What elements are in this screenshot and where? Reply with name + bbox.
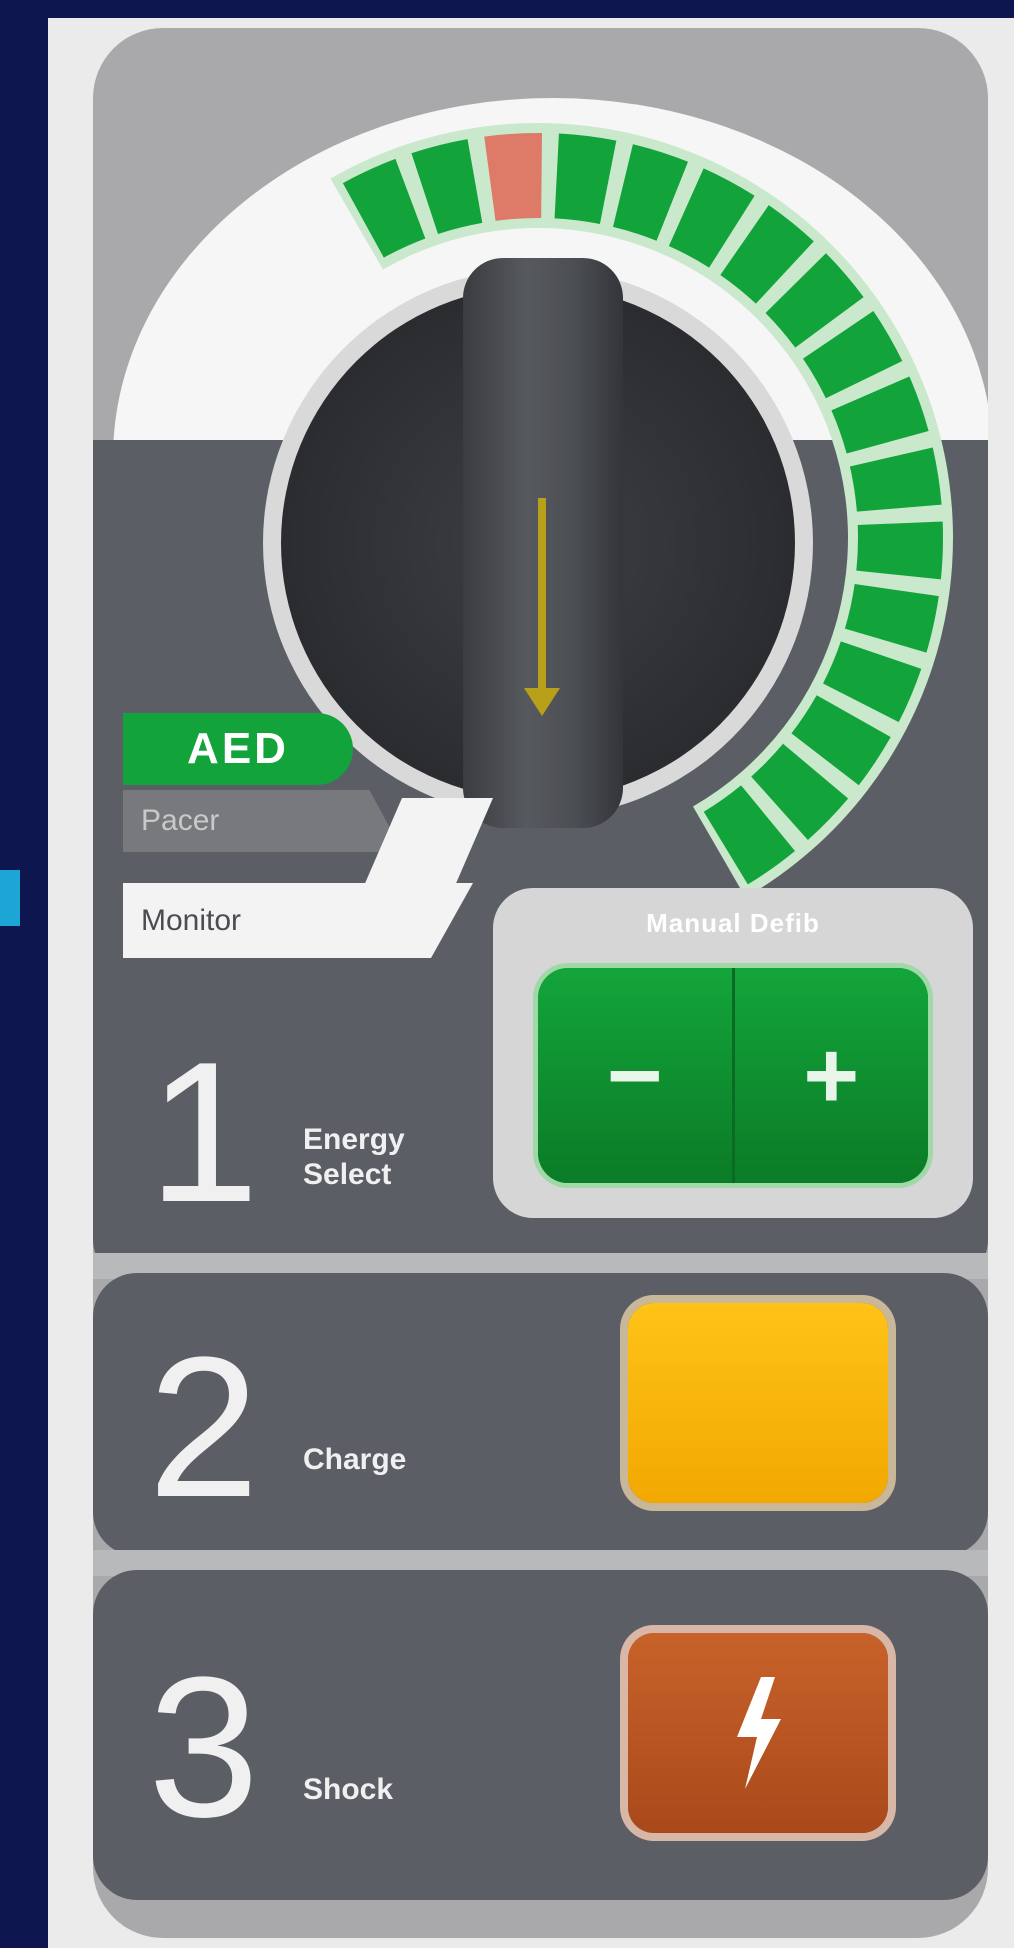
step-2-label: Charge bbox=[303, 1443, 407, 1476]
step-1-number: 1 bbox=[148, 1021, 260, 1244]
left-edge-marker bbox=[0, 870, 20, 926]
manual-defib-buttons: − + bbox=[538, 968, 928, 1183]
manual-defib-label: Manual Defib bbox=[646, 908, 820, 938]
mode-pacer[interactable]: Pacer bbox=[123, 790, 403, 852]
energy-increase-button[interactable]: + bbox=[731, 968, 928, 1183]
lightning-bolt-icon bbox=[737, 1677, 781, 1789]
step-2-number: 2 bbox=[148, 1316, 260, 1539]
step-1-label-line1: Energy bbox=[303, 1123, 405, 1156]
charge-button[interactable] bbox=[628, 1303, 888, 1503]
step-3-label: Shock bbox=[303, 1773, 394, 1806]
control-panel: AED Pacer Monitor Manual Defib − + 1 Ene… bbox=[93, 28, 988, 1938]
knob-pointer-head bbox=[524, 688, 560, 716]
mode-monitor[interactable]: Monitor bbox=[123, 883, 473, 958]
step-1-label-line2: Select bbox=[303, 1157, 392, 1191]
shock-button[interactable] bbox=[628, 1633, 888, 1833]
defibrillator-front-panel: AED Pacer Monitor Manual Defib − + 1 Ene… bbox=[48, 18, 1014, 1948]
knob-pointer bbox=[538, 498, 546, 698]
step-1-label: Energy Select bbox=[303, 1123, 405, 1192]
step-3-number: 3 bbox=[148, 1636, 260, 1859]
dial-stop[interactable] bbox=[856, 521, 944, 580]
mode-aed[interactable]: AED bbox=[123, 713, 353, 785]
energy-decrease-button[interactable]: − bbox=[538, 968, 732, 1183]
manual-defib-control: Manual Defib − + bbox=[493, 888, 973, 1218]
